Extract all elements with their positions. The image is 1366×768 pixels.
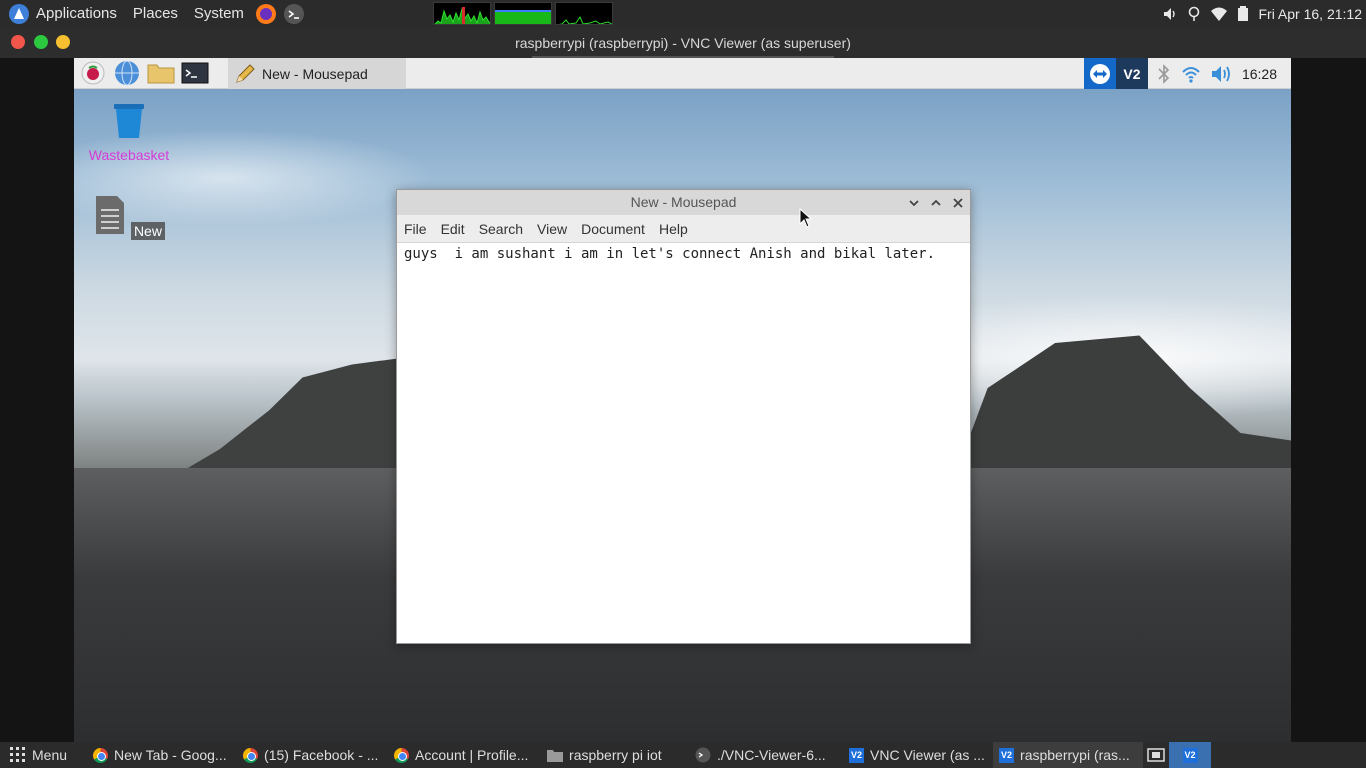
menu-edit[interactable]: Edit bbox=[434, 221, 472, 237]
menu-help[interactable]: Help bbox=[652, 221, 695, 237]
taskbar-tray-screenshot[interactable] bbox=[1143, 742, 1169, 768]
folder-icon bbox=[547, 750, 564, 762]
mousepad-text-area[interactable]: guys i am sushant i am in let's connect … bbox=[397, 243, 970, 265]
pi-top-panel: New - Mousepad V2 16:28 bbox=[74, 58, 1291, 89]
wallpaper-mountain-right bbox=[954, 335, 1291, 478]
menu-file[interactable]: File bbox=[397, 221, 434, 237]
wifi-icon[interactable] bbox=[1210, 6, 1228, 22]
vnc-window-titlebar[interactable]: raspberrypi (raspberrypi) - VNC Viewer (… bbox=[0, 27, 1366, 58]
mouse-cursor-icon bbox=[799, 208, 813, 228]
pi-task-mousepad[interactable]: New - Mousepad bbox=[228, 58, 406, 89]
pi-file-manager-launcher[interactable] bbox=[146, 58, 176, 88]
teamviewer-icon[interactable] bbox=[1083, 58, 1116, 89]
new-file-label: New bbox=[130, 222, 165, 240]
close-icon[interactable] bbox=[952, 197, 964, 209]
taskbar-item-chrome-account[interactable]: Account | Profile... bbox=[388, 742, 541, 768]
chrome-icon bbox=[93, 747, 109, 763]
applications-menu[interactable]: Applications bbox=[0, 0, 125, 27]
system-menu-label: System bbox=[193, 5, 244, 22]
menu-document[interactable]: Document bbox=[574, 221, 652, 237]
raspberry-icon bbox=[81, 61, 105, 85]
vnc-icon: V2 bbox=[1182, 747, 1198, 763]
taskbar-item-folder[interactable]: raspberry pi iot bbox=[541, 742, 689, 768]
taskbar-item-vnc-viewer[interactable]: V2 VNC Viewer (as ... bbox=[843, 742, 993, 768]
host-menu-button[interactable]: Menu bbox=[0, 742, 73, 768]
host-top-panel: Applications Places System Fri Apr 16, 2… bbox=[0, 0, 1366, 27]
desktop-icon-new-file[interactable]: New bbox=[84, 194, 174, 240]
terminal-icon bbox=[283, 3, 304, 24]
taskbar-item-terminal[interactable]: ./VNC-Viewer-6... bbox=[689, 742, 843, 768]
wastebasket-icon bbox=[114, 104, 144, 138]
pencil-icon bbox=[236, 63, 255, 83]
pi-task-label: New - Mousepad bbox=[262, 65, 368, 82]
firefox-launcher[interactable] bbox=[252, 0, 280, 27]
screenshot-icon bbox=[1147, 748, 1165, 762]
applications-menu-label: Applications bbox=[36, 5, 117, 22]
terminal-launcher[interactable] bbox=[280, 0, 308, 27]
taskbar-item-chrome-newtab[interactable]: New Tab - Goog... bbox=[87, 742, 237, 768]
minimize-icon[interactable] bbox=[908, 197, 920, 209]
remote-desktop[interactable]: New - Mousepad V2 16:28 Wastebasket New … bbox=[74, 58, 1291, 742]
taskbar-item-label: raspberry pi iot bbox=[569, 747, 662, 763]
taskbar-item-chrome-facebook[interactable]: (15) Facebook - ... bbox=[237, 742, 388, 768]
menu-view[interactable]: View bbox=[530, 221, 574, 237]
terminal-icon bbox=[181, 62, 209, 84]
mousepad-window-controls bbox=[908, 190, 964, 215]
vnc-server-icon[interactable]: V2 bbox=[1115, 58, 1148, 89]
cpu-monitor-graph bbox=[432, 2, 491, 25]
taskbar-item-label: New Tab - Goog... bbox=[114, 747, 227, 763]
battery-icon[interactable] bbox=[1237, 5, 1249, 22]
terminal-icon bbox=[695, 747, 711, 763]
distro-logo-icon bbox=[9, 3, 29, 24]
taskbar-item-raspberrypi-vnc[interactable]: V2 raspberrypi (ras... bbox=[993, 742, 1144, 768]
volume-icon[interactable] bbox=[1210, 63, 1234, 85]
memory-monitor-graph bbox=[493, 2, 552, 25]
host-clock[interactable]: Fri Apr 16, 21:12 bbox=[1258, 6, 1362, 22]
mousepad-window: New - Mousepad File Edit Search View Doc… bbox=[396, 189, 971, 644]
folder-icon bbox=[147, 64, 175, 84]
mousepad-titlebar[interactable]: New - Mousepad bbox=[397, 190, 970, 215]
volume-icon[interactable] bbox=[1162, 6, 1178, 22]
taskbar-item-label: VNC Viewer (as ... bbox=[870, 747, 985, 763]
host-taskbar: Menu New Tab - Goog... (15) Facebook - .… bbox=[0, 742, 1366, 768]
location-icon[interactable] bbox=[1187, 6, 1201, 22]
taskbar-item-label: Account | Profile... bbox=[415, 747, 529, 763]
maximize-icon[interactable] bbox=[930, 197, 942, 209]
menu-search[interactable]: Search bbox=[472, 221, 530, 237]
places-menu-label: Places bbox=[132, 5, 178, 22]
taskbar-item-label: ./VNC-Viewer-6... bbox=[717, 747, 826, 763]
pi-system-tray: V2 16:28 bbox=[1083, 58, 1291, 89]
chrome-icon bbox=[243, 747, 259, 763]
firefox-icon bbox=[255, 3, 276, 24]
desktop-icon-wastebasket[interactable]: Wastebasket bbox=[84, 100, 174, 163]
text-file-icon bbox=[96, 196, 125, 234]
system-menu[interactable]: System bbox=[186, 0, 252, 27]
pi-menu-button[interactable] bbox=[78, 58, 108, 88]
wastebasket-label: Wastebasket bbox=[88, 147, 170, 163]
mousepad-title: New - Mousepad bbox=[630, 194, 737, 210]
apps-grid-icon bbox=[10, 747, 25, 762]
pi-clock[interactable]: 16:28 bbox=[1242, 66, 1277, 82]
globe-icon bbox=[115, 60, 139, 86]
taskbar-tray-vnc[interactable]: V2 bbox=[1169, 742, 1212, 768]
host-menu-label: Menu bbox=[32, 747, 68, 763]
taskbar-item-label: raspberrypi (ras... bbox=[1020, 747, 1130, 763]
host-system-tray: Fri Apr 16, 21:12 bbox=[1162, 0, 1362, 27]
taskbar-item-label: (15) Facebook - ... bbox=[264, 747, 379, 763]
pi-terminal-launcher[interactable] bbox=[180, 58, 210, 88]
vnc-window-title: raspberrypi (raspberrypi) - VNC Viewer (… bbox=[515, 35, 851, 51]
chrome-icon bbox=[394, 747, 410, 763]
vnc-icon: V2 bbox=[849, 747, 865, 763]
mousepad-menubar: File Edit Search View Document Help bbox=[397, 215, 970, 243]
network-monitor-graph bbox=[554, 2, 613, 25]
wifi-icon[interactable] bbox=[1180, 63, 1202, 85]
bluetooth-icon[interactable] bbox=[1156, 63, 1172, 85]
vnc-icon: V2 bbox=[999, 747, 1015, 763]
places-menu[interactable]: Places bbox=[125, 0, 186, 27]
pi-browser-launcher[interactable] bbox=[112, 58, 142, 88]
